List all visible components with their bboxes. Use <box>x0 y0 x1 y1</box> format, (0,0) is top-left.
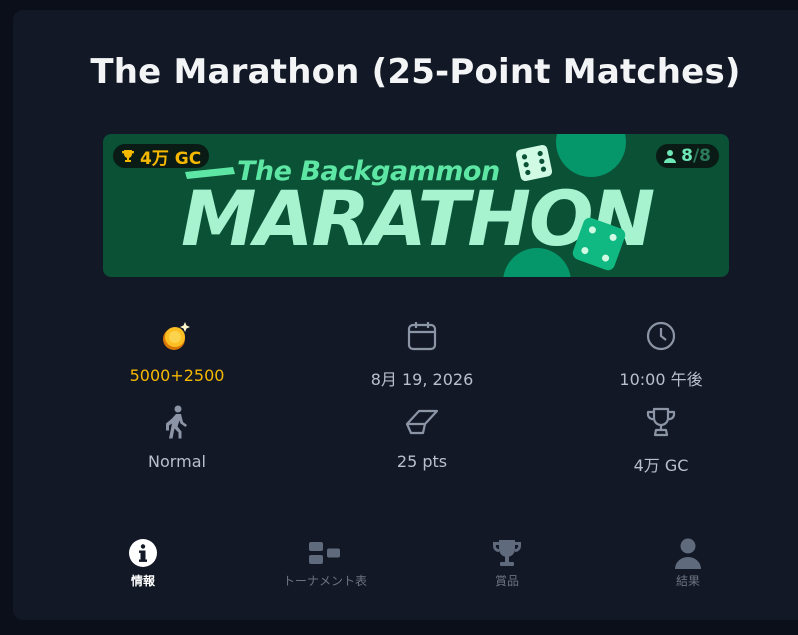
page-title: The Marathon (25-Point Matches) <box>90 52 741 92</box>
trophy-icon <box>122 150 134 162</box>
prize-value: 4万 GC <box>633 456 689 475</box>
bracket-icon <box>309 542 340 564</box>
entry-fee-value: 5000+2500 <box>129 366 225 385</box>
info-icon <box>129 539 157 567</box>
target-points-icon <box>405 409 439 435</box>
tab-prizes-label: 賞品 <box>494 574 519 588</box>
stat-prize: 4万 GC <box>571 404 751 476</box>
date-value: 8月 19, 2026 <box>370 370 474 389</box>
stat-entry-fee: 5000+2500 <box>87 318 267 385</box>
tournament-card <box>13 10 798 620</box>
prize-amount: 4万 GC <box>140 148 202 169</box>
player-count-badge: 8/8 <box>656 144 719 168</box>
coins-icon <box>163 322 190 350</box>
trophy-icon <box>493 540 521 566</box>
person-icon <box>664 150 677 163</box>
dice-icon <box>515 144 553 182</box>
tab-info-label: 情報 <box>130 574 155 588</box>
tab-prizes[interactable]: 賞品 <box>447 536 567 589</box>
calendar-icon <box>407 322 437 351</box>
time-value: 10:00 午後 <box>619 370 703 389</box>
tab-info[interactable]: 情報 <box>83 536 203 589</box>
tab-bracket[interactable]: トーナメント表 <box>265 536 385 589</box>
points-value: 25 pts <box>396 452 448 471</box>
player-count-current: 8 <box>681 146 693 166</box>
clock-icon <box>646 321 676 351</box>
tab-results-label: 結果 <box>675 574 700 588</box>
stat-points: 25 pts <box>332 404 512 471</box>
dice-icon <box>572 217 626 271</box>
tab-bracket-label: トーナメント表 <box>282 574 367 588</box>
mode-value: Normal <box>148 452 206 471</box>
prize-badge: 4万 GC <box>113 144 210 169</box>
stat-time: 10:00 午後 <box>571 318 751 390</box>
tournament-banner: The Backgammon MARATHON 4万 GC 8/8 <box>103 134 729 277</box>
walking-icon <box>166 405 187 439</box>
person-icon <box>675 538 701 569</box>
trophy-icon <box>646 407 676 437</box>
stat-mode: Normal <box>87 404 267 471</box>
stat-date: 8月 19, 2026 <box>332 318 512 390</box>
player-count-max: 8 <box>699 146 711 166</box>
tab-results[interactable]: 結果 <box>628 536 748 589</box>
